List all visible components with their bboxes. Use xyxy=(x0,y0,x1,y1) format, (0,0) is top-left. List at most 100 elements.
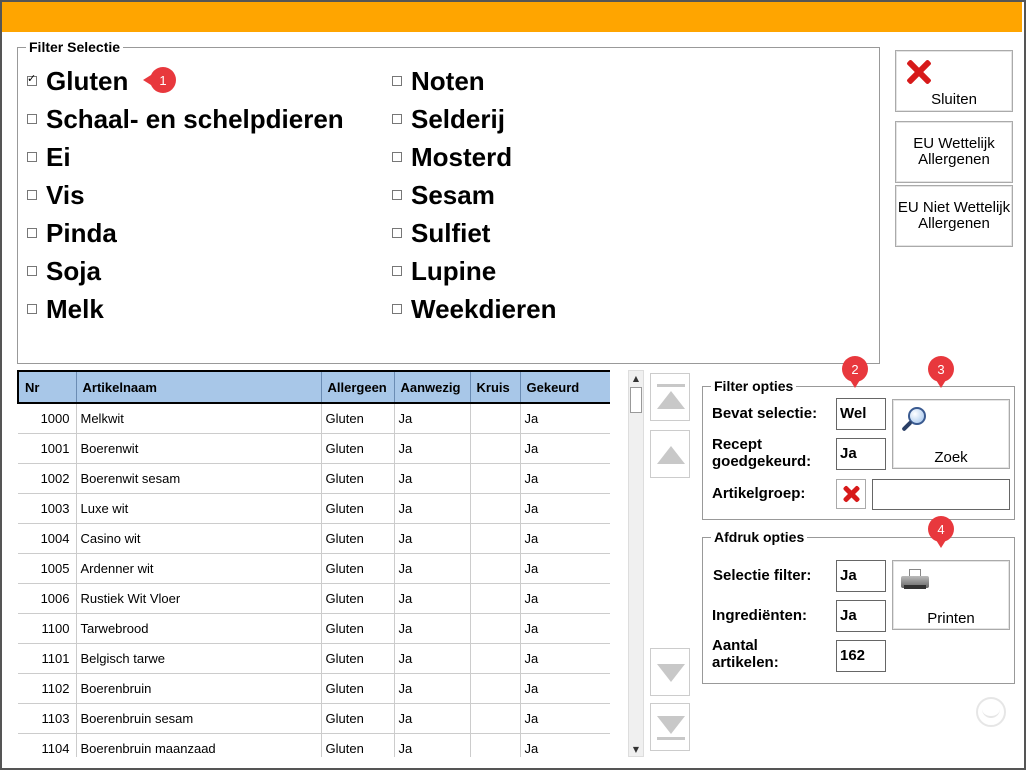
table-cell xyxy=(470,553,521,584)
table-cell: Ja xyxy=(394,583,471,614)
table-cell: Gluten xyxy=(321,463,395,494)
scroll-up-arrow-icon[interactable]: ▲ xyxy=(629,371,643,385)
allergen-checkbox-soja[interactable]: Soja xyxy=(27,254,101,288)
table-row[interactable]: 1001 Boerenwit Gluten Ja Ja xyxy=(18,433,610,464)
printer-icon xyxy=(901,569,929,591)
sluiten-label: Sluiten xyxy=(931,91,977,108)
bottom-bar-icon xyxy=(657,737,685,740)
table-cell: Ja xyxy=(394,703,471,734)
zoek-label: Zoek xyxy=(934,449,968,466)
allergen-checkbox-melk[interactable]: Melk xyxy=(27,292,104,326)
allergen-checkbox-noten[interactable]: Noten xyxy=(392,64,485,98)
table-scrollbar[interactable]: ▲ ▼ xyxy=(628,370,644,757)
table-cell xyxy=(470,583,521,614)
table-row[interactable]: 1101 Belgisch tarwe Gluten Ja Ja xyxy=(18,643,610,674)
checkbox[interactable] xyxy=(27,152,37,162)
scroll-thumb[interactable] xyxy=(630,387,642,413)
allergen-checkbox-ei[interactable]: Ei xyxy=(27,140,71,174)
sluiten-button[interactable]: Sluiten xyxy=(895,50,1013,112)
arrow-up-icon xyxy=(657,446,685,464)
table-cell: Ja xyxy=(520,463,610,494)
artikelgroep-input[interactable] xyxy=(872,479,1010,510)
printen-button[interactable]: Printen xyxy=(892,560,1010,630)
checkbox[interactable] xyxy=(392,304,402,314)
table-row[interactable]: 1100 Tarwebrood Gluten Ja Ja xyxy=(18,613,610,644)
scroll-down-arrow-icon[interactable]: ▼ xyxy=(629,742,643,756)
bevat-selectie-field[interactable]: Wel xyxy=(836,398,886,430)
table-row[interactable]: 1104 Boerenbruin maanzaad Gluten Ja Ja xyxy=(18,733,610,757)
column-header[interactable]: Gekeurd xyxy=(520,370,610,404)
checkbox[interactable] xyxy=(392,114,402,124)
checkbox[interactable] xyxy=(27,266,37,276)
table-cell: 1102 xyxy=(18,673,77,704)
eu-niet-label-line1: EU Niet Wettelijk xyxy=(897,199,1011,216)
checkbox[interactable] xyxy=(27,304,37,314)
allergen-label: Lupine xyxy=(411,255,497,286)
allergen-checkbox-schaal-en-schelpdieren[interactable]: Schaal- en schelpdieren xyxy=(27,102,344,136)
allergen-checkbox-sulfiet[interactable]: Sulfiet xyxy=(392,216,490,250)
table-row[interactable]: 1006 Rustiek Wit Vloer Gluten Ja Ja xyxy=(18,583,610,614)
table-row[interactable]: 1004 Casino wit Gluten Ja Ja xyxy=(18,523,610,554)
allergen-checkbox-mosterd[interactable]: Mosterd xyxy=(392,140,512,174)
table-cell: Ja xyxy=(394,733,471,757)
scroll-to-bottom-button[interactable] xyxy=(650,703,690,751)
allergen-checkbox-weekdieren[interactable]: Weekdieren xyxy=(392,292,556,326)
selectie-filter-label: Selectie filter: xyxy=(713,567,812,584)
ingredienten-field[interactable]: Ja xyxy=(836,600,886,632)
allergen-checkbox-selderij[interactable]: Selderij xyxy=(392,102,505,136)
allergen-checkbox-lupine[interactable]: Lupine xyxy=(392,254,496,288)
recept-label-line1: Recept xyxy=(712,436,763,453)
scroll-to-top-button[interactable] xyxy=(650,373,690,421)
allergen-label: Weekdieren xyxy=(411,293,557,324)
aantal-artikelen-label: Aantal artikelen: xyxy=(712,637,779,671)
callout-badge-1: 1 xyxy=(143,67,176,93)
column-header[interactable]: Allergeen xyxy=(321,370,395,404)
checkbox[interactable] xyxy=(392,76,402,86)
table-row[interactable]: 1102 Boerenbruin Gluten Ja Ja xyxy=(18,673,610,704)
column-header[interactable]: Nr xyxy=(17,370,77,404)
table-cell xyxy=(470,703,521,734)
table-row[interactable]: 1103 Boerenbruin sesam Gluten Ja Ja xyxy=(18,703,610,734)
allergen-checkbox-vis[interactable]: Vis xyxy=(27,178,85,212)
ingredienten-label: Ingrediënten: xyxy=(712,607,808,624)
selectie-filter-field[interactable]: Ja xyxy=(836,560,886,592)
zoek-button[interactable]: Zoek xyxy=(892,399,1010,469)
checkbox[interactable] xyxy=(27,190,37,200)
scroll-up-button[interactable] xyxy=(650,430,690,478)
scroll-down-button[interactable] xyxy=(650,648,690,696)
checkbox[interactable] xyxy=(392,228,402,238)
table-row[interactable]: 1000 Melkwit Gluten Ja Ja xyxy=(18,403,610,434)
eu-wettelijk-allergenen-button[interactable]: EU Wettelijk Allergenen xyxy=(895,121,1013,183)
checkbox[interactable] xyxy=(392,266,402,276)
table-row[interactable]: 1002 Boerenwit sesam Gluten Ja Ja xyxy=(18,463,610,494)
allergen-label: Gluten xyxy=(46,65,129,96)
table-cell: Gluten xyxy=(321,433,395,464)
table-cell: 1100 xyxy=(18,613,77,644)
eu-niet-wettelijk-allergenen-button[interactable]: EU Niet Wettelijk Allergenen xyxy=(895,185,1013,247)
checkbox[interactable] xyxy=(27,72,37,86)
table-cell: Ja xyxy=(520,733,610,757)
allergen-checkbox-gluten[interactable]: Gluten xyxy=(27,64,128,98)
table-cell xyxy=(470,433,521,464)
table-cell: Gluten xyxy=(321,643,395,674)
table-row[interactable]: 1005 Ardenner wit Gluten Ja Ja xyxy=(18,553,610,584)
printen-label: Printen xyxy=(927,610,975,627)
clear-artikelgroep-button[interactable] xyxy=(836,479,866,509)
table-cell: Gluten xyxy=(321,703,395,734)
column-header[interactable]: Artikelnaam xyxy=(76,370,322,404)
checkbox[interactable] xyxy=(27,114,37,124)
allergen-checkbox-sesam[interactable]: Sesam xyxy=(392,178,495,212)
column-header[interactable]: Aanwezig xyxy=(394,370,471,404)
checkbox[interactable] xyxy=(392,152,402,162)
table-cell: 1001 xyxy=(18,433,77,464)
allergen-checkbox-pinda[interactable]: Pinda xyxy=(27,216,117,250)
eu-wettelijk-label-line2: Allergenen xyxy=(918,151,990,168)
table-cell: 1104 xyxy=(18,733,77,757)
table-row[interactable]: 1003 Luxe wit Gluten Ja Ja xyxy=(18,493,610,524)
checkbox[interactable] xyxy=(392,190,402,200)
table-cell: Rustiek Wit Vloer xyxy=(76,583,322,614)
column-header[interactable]: Kruis xyxy=(470,370,521,404)
table-cell: 1004 xyxy=(18,523,77,554)
recept-goedgekeurd-field[interactable]: Ja xyxy=(836,438,886,470)
checkbox[interactable] xyxy=(27,228,37,238)
